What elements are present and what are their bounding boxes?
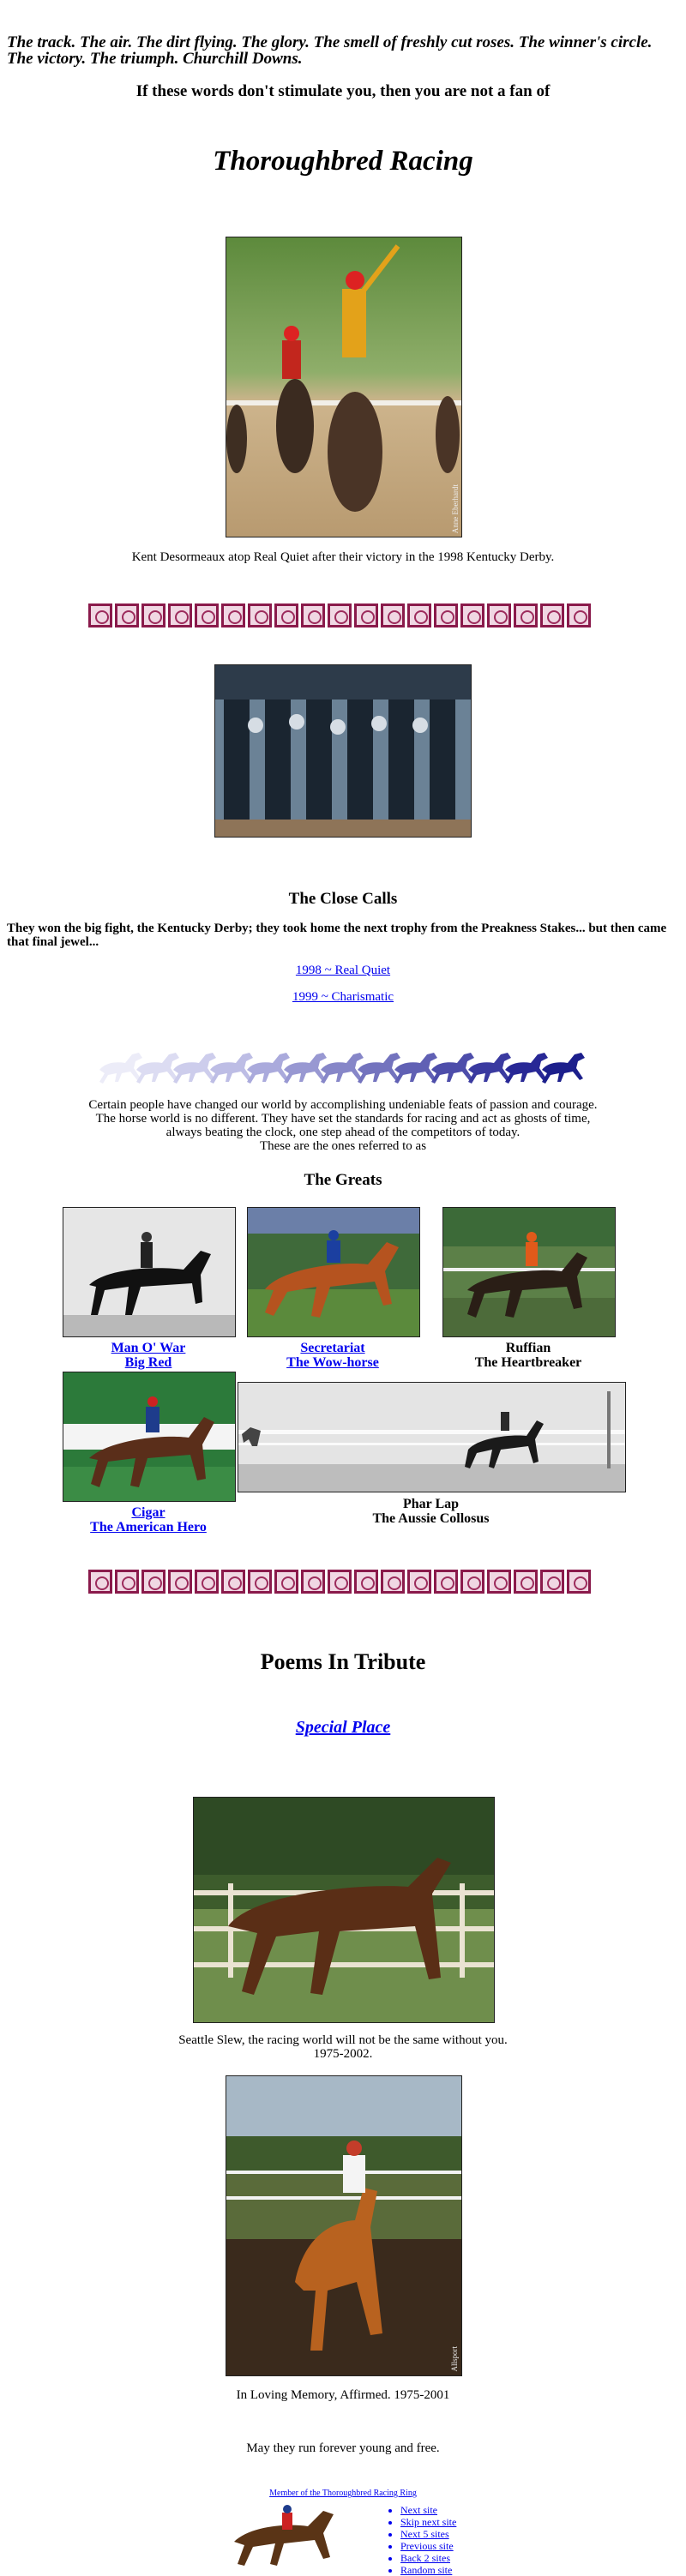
great-cigar-nickname[interactable]: The American Hero — [90, 1520, 207, 1534]
great-ruffian-name: Ruffian — [505, 1341, 551, 1355]
page-title: Thoroughbred Racing — [213, 146, 473, 177]
running-horses-divider — [96, 1048, 590, 1087]
great-cigar-name[interactable]: Cigar — [131, 1505, 165, 1520]
poems-heading: Poems In Tribute — [260, 1649, 426, 1674]
great-secretariat-nickname[interactable]: The Wow-horse — [286, 1355, 379, 1370]
seattle-slew-caption: Seattle Slew, the racing world will not … — [178, 2033, 508, 2047]
affirmed-photo: Allsport — [226, 2075, 462, 2376]
link-1998-real-quiet[interactable]: 1998 ~ Real Quiet — [296, 964, 390, 977]
ring-back-2-sites[interactable]: Back 2 sites — [400, 2552, 456, 2564]
man-o-war-photo[interactable] — [63, 1207, 236, 1337]
great-phar-lap-name: Phar Lap — [402, 1497, 460, 1511]
ring-member-link[interactable]: Member of the Thoroughbred Racing Ring — [269, 2489, 417, 2498]
close-calls-heading: The Close Calls — [288, 890, 398, 908]
cigar-photo[interactable] — [63, 1372, 236, 1502]
ring-navigation: Next site Skip next site Next 5 sites Pr… — [385, 2504, 456, 2576]
great-secretariat-name[interactable]: Secretariat — [300, 1341, 364, 1355]
ring-skip-next-site[interactable]: Skip next site — [400, 2516, 456, 2528]
celtic-knot-divider — [88, 603, 598, 627]
ring-next-5-sites[interactable]: Next 5 sites — [400, 2528, 456, 2540]
real-quiet-photo: Anne Eberhardt — [226, 237, 462, 537]
starting-gate-photo — [214, 664, 472, 838]
ring-logo — [227, 2501, 354, 2572]
ring-next-site[interactable]: Next site — [400, 2504, 456, 2516]
close-calls-text: They won the big fight, the Kentucky Der… — [7, 922, 667, 949]
affirmed-caption: In Loving Memory, Affirmed. 1975-2001 — [236, 2388, 450, 2402]
closing-line: May they run forever young and free. — [246, 2441, 440, 2455]
stimulate-line: If these words don't stimulate you, then… — [135, 82, 551, 100]
phar-lap-photo — [238, 1382, 626, 1492]
real-quiet-caption: Kent Desormeaux atop Real Quiet after th… — [131, 550, 555, 564]
great-ruffian-nickname: The Heartbreaker — [474, 1355, 582, 1370]
secretariat-photo[interactable] — [247, 1207, 420, 1337]
link-1999-charismatic[interactable]: 1999 ~ Charismatic — [292, 990, 394, 1004]
seattle-slew-years: 1975-2002. — [313, 2047, 373, 2061]
ring-previous-site[interactable]: Previous site — [400, 2540, 456, 2552]
greats-heading: The Greats — [304, 1171, 382, 1189]
photo-credit: Anne Eberhardt — [451, 483, 460, 533]
special-place-link[interactable]: Special Place — [296, 1718, 391, 1737]
ruffian-photo — [442, 1207, 616, 1337]
great-man-o-war-nickname[interactable]: Big Red — [125, 1355, 172, 1370]
photo-credit: Allsport — [450, 2346, 459, 2372]
celtic-knot-divider — [88, 1570, 598, 1594]
intro-text: The track. The air. The dirt flying. The… — [7, 33, 653, 68]
seattle-slew-photo — [193, 1797, 495, 2023]
ring-random-site[interactable]: Random site — [400, 2564, 456, 2576]
page: The track. The air. The dirt flying. The… — [0, 0, 686, 2576]
great-man-o-war-name[interactable]: Man O' War — [111, 1341, 186, 1355]
great-phar-lap-nickname: The Aussie Collosus — [372, 1511, 490, 1526]
greats-intro: Certain people have changed our world by… — [88, 1098, 598, 1153]
